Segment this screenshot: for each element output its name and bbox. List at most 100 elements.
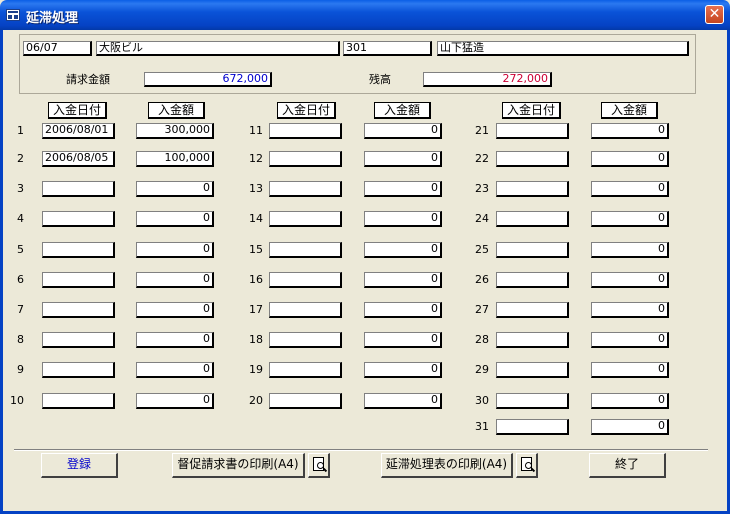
payment-amount-field[interactable]: 0: [136, 272, 214, 288]
footer-separator: [14, 449, 708, 451]
row-number: 12: [249, 152, 263, 165]
payment-amount-field[interactable]: 0: [364, 151, 442, 167]
row-number: 26: [475, 273, 489, 286]
payment-date-field[interactable]: [42, 302, 115, 318]
row-number: 29: [475, 363, 489, 376]
payment-date-field[interactable]: [269, 332, 342, 348]
row-number: 24: [475, 212, 489, 225]
payment-date-field[interactable]: [269, 151, 342, 167]
payment-amount-field[interactable]: 0: [136, 211, 214, 227]
payment-amount-field[interactable]: 0: [591, 181, 669, 197]
row-number: 7: [17, 303, 24, 316]
payment-amount-field[interactable]: 0: [591, 419, 669, 435]
payment-amount-field[interactable]: 0: [136, 302, 214, 318]
payment-date-field[interactable]: [269, 242, 342, 258]
payment-amount-field[interactable]: 0: [136, 332, 214, 348]
payment-amount-field[interactable]: 0: [364, 332, 442, 348]
print-reminder-button[interactable]: 督促請求書の印刷(A4): [172, 453, 305, 478]
payment-amount-field[interactable]: 0: [364, 272, 442, 288]
payment-date-field[interactable]: [496, 362, 569, 378]
payment-amount-field[interactable]: 100,000: [136, 151, 214, 167]
payment-date-field[interactable]: [42, 393, 115, 409]
payment-date-field[interactable]: [496, 242, 569, 258]
payment-date-field[interactable]: [269, 302, 342, 318]
payment-date-field[interactable]: [496, 419, 569, 435]
billed-amount-label: 請求金額: [66, 73, 110, 86]
payment-date-field[interactable]: [42, 272, 115, 288]
payment-amount-field[interactable]: 0: [591, 151, 669, 167]
payment-date-field[interactable]: [42, 242, 115, 258]
payment-date-field[interactable]: [496, 302, 569, 318]
billed-amount-field[interactable]: 672,000: [144, 72, 272, 87]
payment-amount-field[interactable]: 0: [591, 302, 669, 318]
row-number: 1: [17, 124, 24, 137]
payment-date-field[interactable]: [269, 393, 342, 409]
payment-date-field[interactable]: [269, 272, 342, 288]
payment-date-field[interactable]: [269, 211, 342, 227]
row-number: 30: [475, 394, 489, 407]
payment-date-field[interactable]: [42, 211, 115, 227]
payment-date-field[interactable]: [496, 393, 569, 409]
window-frame-left: [0, 30, 3, 514]
tenant-field[interactable]: 山下猛造: [437, 41, 689, 56]
payment-amount-field[interactable]: 0: [364, 211, 442, 227]
payment-amount-field[interactable]: 300,000: [136, 123, 214, 139]
row-number: 3: [17, 182, 24, 195]
payment-amount-field[interactable]: 0: [364, 362, 442, 378]
row-number: 28: [475, 333, 489, 346]
payment-date-field[interactable]: [496, 332, 569, 348]
payment-date-field[interactable]: [496, 272, 569, 288]
payment-amount-field[interactable]: 0: [591, 393, 669, 409]
close-button[interactable]: ✕: [705, 5, 724, 24]
payment-amount-field[interactable]: 0: [591, 242, 669, 258]
payment-date-field[interactable]: [496, 211, 569, 227]
row-number: 15: [249, 243, 263, 256]
payment-date-field[interactable]: [496, 151, 569, 167]
room-field[interactable]: 301: [343, 41, 432, 56]
row-number: 21: [475, 124, 489, 137]
balance-label: 残高: [369, 73, 391, 86]
payment-amount-field[interactable]: 0: [364, 393, 442, 409]
row-number: 19: [249, 363, 263, 376]
row-number: 13: [249, 182, 263, 195]
register-button[interactable]: 登録: [41, 453, 118, 478]
payment-amount-field[interactable]: 0: [364, 242, 442, 258]
payment-date-field[interactable]: [496, 123, 569, 139]
row-number: 6: [17, 273, 24, 286]
row-number: 9: [17, 363, 24, 376]
payment-amount-field[interactable]: 0: [364, 181, 442, 197]
payment-date-field[interactable]: [269, 181, 342, 197]
row-number: 17: [249, 303, 263, 316]
row-number: 23: [475, 182, 489, 195]
column-header-date: 入金日付: [277, 102, 336, 119]
date-field[interactable]: 06/07: [23, 41, 92, 56]
print-preview-icon[interactable]: [516, 453, 538, 478]
payment-amount-field[interactable]: 0: [136, 362, 214, 378]
row-number: 5: [17, 243, 24, 256]
payment-date-field[interactable]: [42, 332, 115, 348]
payment-amount-field[interactable]: 0: [591, 272, 669, 288]
payment-date-field[interactable]: [269, 362, 342, 378]
print-overdue-button[interactable]: 延滞処理表の印刷(A4): [381, 453, 513, 478]
payment-date-field[interactable]: [42, 362, 115, 378]
payment-amount-field[interactable]: 0: [591, 211, 669, 227]
payment-date-field[interactable]: 2006/08/05: [42, 151, 115, 167]
row-number: 31: [475, 420, 489, 433]
building-field[interactable]: 大阪ビル: [96, 41, 340, 56]
payment-amount-field[interactable]: 0: [136, 393, 214, 409]
payment-amount-field[interactable]: 0: [136, 181, 214, 197]
print-preview-icon[interactable]: [308, 453, 330, 478]
balance-field[interactable]: 272,000: [423, 72, 552, 87]
payment-date-field[interactable]: [42, 181, 115, 197]
payment-amount-field[interactable]: 0: [364, 302, 442, 318]
payment-amount-field[interactable]: 0: [364, 123, 442, 139]
payment-amount-field[interactable]: 0: [136, 242, 214, 258]
payment-date-field[interactable]: [496, 181, 569, 197]
payment-date-field[interactable]: [269, 123, 342, 139]
row-number: 22: [475, 152, 489, 165]
payment-date-field[interactable]: 2006/08/01: [42, 123, 115, 139]
payment-amount-field[interactable]: 0: [591, 332, 669, 348]
payment-amount-field[interactable]: 0: [591, 362, 669, 378]
exit-button[interactable]: 終了: [589, 453, 666, 478]
payment-amount-field[interactable]: 0: [591, 123, 669, 139]
